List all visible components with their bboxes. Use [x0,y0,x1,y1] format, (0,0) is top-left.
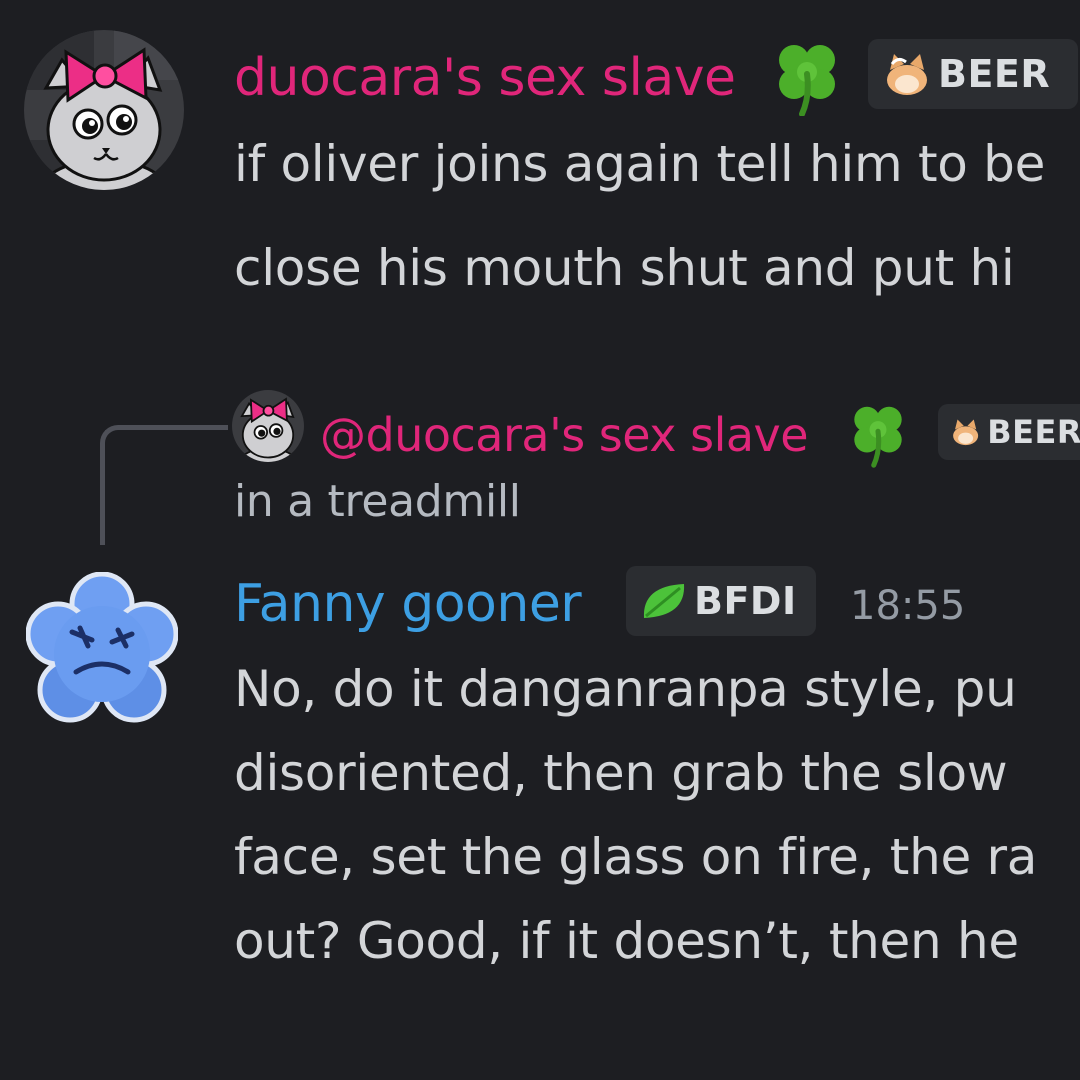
blue-flower-avatar-icon [26,572,178,723]
role-tag: BEER [938,404,1080,460]
message-author[interactable]: Fanny gooner [234,578,582,630]
avatar[interactable] [24,30,184,190]
message-text-line: if oliver joins again tell him to be [234,135,1046,193]
message-text-line: face, set the glass on fire, the ra [234,828,1038,886]
reply-avatar [232,390,304,462]
role-tag[interactable]: BFDI [626,566,816,636]
avatar[interactable] [26,572,178,732]
message-timestamp[interactable]: 18:55 [850,586,965,626]
reply-preview-text: in a treadmill [234,476,521,527]
role-tag-label: BEER [987,413,1080,451]
message-text-line: out? Good, if it doesn’t, then he [234,912,1019,970]
cat-icon [953,419,979,446]
role-tag[interactable]: BEER [868,39,1078,109]
leaf-icon [643,584,685,618]
reply-mention[interactable]: @duocara's sex slave [320,412,809,458]
four-leaf-clover-icon [854,406,902,468]
cat-avatar-icon [232,390,304,462]
four-leaf-clover-icon [779,45,835,116]
cat-avatar-icon [24,30,184,190]
cat-icon [887,54,927,95]
role-tag-label: BFDI [694,579,797,623]
message-text-line: disoriented, then grab the slow [234,744,1008,802]
role-tag-label: BEER [938,52,1051,96]
message-text-line: close his mouth shut and put hi [234,239,1015,297]
message-author[interactable]: duocara's sex slave [234,52,736,104]
message-text-line: No, do it danganranpa style, pu [234,660,1017,718]
chat-view: duocara's sex slave BEER if oliver joins… [0,0,1080,1080]
reply-connector [100,425,228,545]
